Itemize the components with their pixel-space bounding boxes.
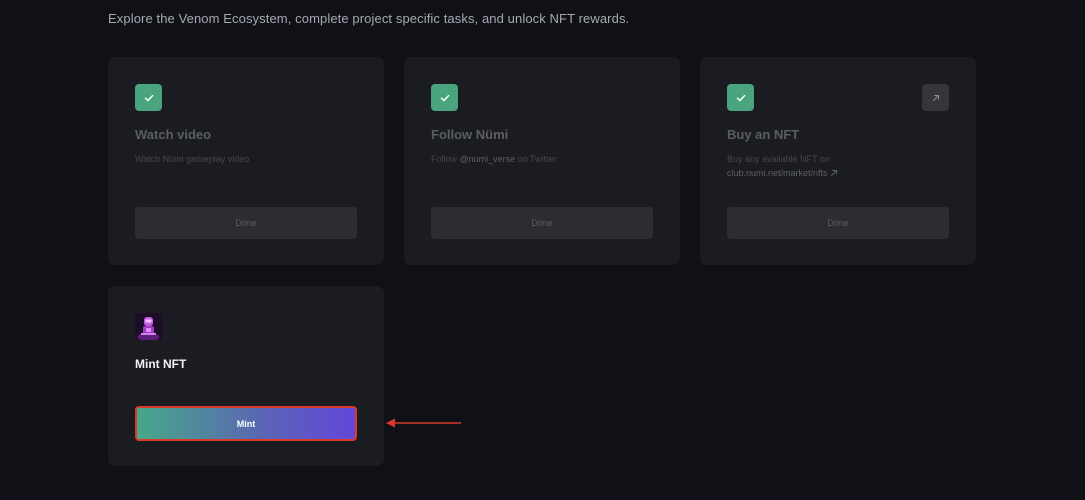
red-arrow-icon	[386, 418, 461, 428]
task-card-watch-video: Watch video Watch Nümi gameplay video Do…	[108, 57, 384, 265]
market-link-text: club.numi.net/market/nfts	[727, 168, 828, 178]
check-icon	[431, 84, 458, 111]
description-prefix: Follow	[431, 154, 460, 164]
description-text: Buy any available NFT on	[727, 154, 830, 164]
mint-title: Mint NFT	[135, 357, 187, 371]
quest-page: Explore the Venom Ecosystem, complete pr…	[0, 0, 1085, 500]
check-icon	[135, 84, 162, 111]
task-title: Follow Nümi	[431, 127, 509, 142]
done-button[interactable]: Done	[431, 207, 653, 239]
task-description: Follow @numi_verse on Twitter	[431, 152, 641, 166]
task-card-buy-nft: Buy an NFT Buy any available NFT on club…	[700, 57, 976, 265]
check-icon	[727, 84, 754, 111]
page-intro-text: Explore the Venom Ecosystem, complete pr…	[108, 11, 630, 26]
mint-button[interactable]: Mint	[135, 406, 357, 441]
description-suffix: on Twitter	[515, 154, 557, 164]
done-button[interactable]: Done	[727, 207, 949, 239]
task-title: Watch video	[135, 127, 212, 142]
twitter-handle-link[interactable]: @numi_verse	[460, 154, 516, 164]
external-link-icon[interactable]	[922, 84, 949, 111]
done-button[interactable]: Done	[135, 207, 357, 239]
arrow-up-right-icon	[831, 170, 838, 176]
market-link[interactable]: club.numi.net/market/nfts	[727, 166, 937, 180]
task-description: Watch Nümi gameplay video	[135, 154, 250, 164]
mint-nft-card: Mint NFT Mint	[108, 286, 384, 466]
nft-thumbnail	[135, 313, 162, 340]
task-title: Buy an NFT	[727, 127, 800, 142]
task-card-follow-numi: Follow Nümi Follow @numi_verse on Twitte…	[404, 57, 680, 265]
task-description: Buy any available NFT on club.numi.net/m…	[727, 152, 937, 180]
